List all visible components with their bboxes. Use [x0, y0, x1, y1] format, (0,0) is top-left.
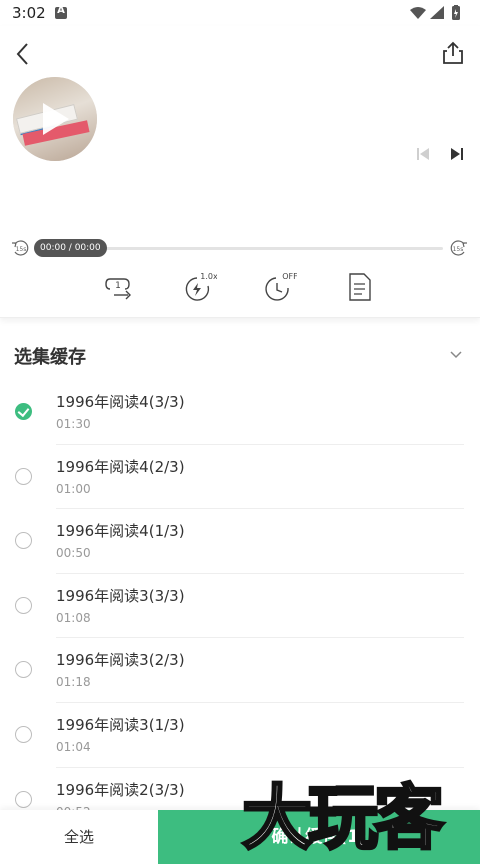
skip-back-15-icon[interactable]: 15s: [11, 238, 31, 258]
progress-row: 15s 00:00 / 00:00 15s: [0, 234, 480, 260]
status-time: 3:02: [12, 4, 46, 22]
episode-title: 1996年阅读4(1/3): [56, 522, 185, 541]
share-icon[interactable]: [440, 40, 466, 66]
album-cover[interactable]: [13, 77, 97, 161]
list-item[interactable]: 1996年阅读3(1/3) 01:04: [0, 703, 480, 768]
select-all-button[interactable]: 全选: [0, 810, 158, 864]
episode-title: 1996年阅读3(1/3): [56, 715, 185, 734]
previous-track-icon[interactable]: [414, 145, 432, 163]
episode-title: 1996年阅读2(3/3): [56, 780, 185, 799]
episode-cache-header[interactable]: 选集缓存: [0, 330, 480, 378]
episode-duration: 00:50: [56, 546, 91, 561]
playback-controls: 1 1.0x OFF: [0, 270, 480, 304]
sleep-timer-icon[interactable]: OFF: [263, 270, 297, 304]
list-item[interactable]: 1996年阅读3(3/3) 01:08: [0, 574, 480, 639]
document-icon[interactable]: [343, 270, 377, 304]
episode-duration: 01:30: [56, 417, 91, 431]
progress-time[interactable]: 00:00 / 00:00: [34, 239, 107, 257]
episode-list: 1996年阅读4(3/3) 01:30 1996年阅读4(2/3) 01:00 1996…: [0, 380, 480, 833]
checked-radio[interactable]: [15, 403, 32, 420]
loop-icon[interactable]: 1: [102, 270, 136, 304]
bottom-bar: 全选 确认缓存(1): [0, 810, 480, 864]
status-icons: [410, 5, 460, 20]
episode-title: 1996年阅读4(3/3): [56, 393, 185, 411]
list-item[interactable]: 1996年阅读4(2/3) 01:00: [0, 445, 480, 510]
section-title: 选集缓存: [14, 347, 86, 368]
next-track-icon[interactable]: [448, 145, 466, 163]
radio-button[interactable]: [15, 532, 32, 550]
signal-icon: [430, 6, 444, 19]
radio-button[interactable]: [15, 725, 32, 743]
wifi-icon: [410, 7, 426, 19]
episode-duration: 01:04: [56, 739, 91, 754]
chevron-down-icon[interactable]: [449, 347, 463, 361]
episode-duration: 01:18: [56, 675, 91, 690]
radio-button[interactable]: [15, 661, 32, 679]
radio-button[interactable]: [15, 790, 32, 808]
svg-text:1.0x: 1.0x: [200, 272, 217, 281]
player-panel: 15s 00:00 / 00:00 15s 1 1.0x OFF: [0, 26, 480, 318]
confirm-cache-button[interactable]: 确认缓存(1): [158, 810, 480, 864]
back-arrow-icon[interactable]: [10, 40, 38, 68]
radio-button[interactable]: [15, 467, 32, 485]
episode-title: 1996年阅读3(3/3): [56, 586, 185, 605]
svg-text:1: 1: [115, 281, 121, 291]
play-icon[interactable]: [43, 103, 69, 135]
episode-title: 1996年阅读4(2/3): [56, 457, 185, 476]
svg-text:15s: 15s: [16, 246, 27, 253]
radio-button[interactable]: [15, 596, 32, 614]
episode-title: 1996年阅读3(2/3): [56, 651, 185, 670]
episode-duration: 01:08: [56, 610, 91, 625]
svg-text:OFF: OFF: [282, 272, 297, 281]
list-item[interactable]: 1996年阅读4(3/3) 01:30: [0, 380, 480, 445]
status-bar: 3:02 A: [0, 0, 480, 26]
notification-icon: A: [55, 5, 67, 19]
list-item[interactable]: 1996年阅读4(1/3) 00:50: [0, 509, 480, 574]
episode-duration: 01:00: [56, 481, 91, 496]
speed-icon[interactable]: 1.0x: [183, 270, 217, 304]
svg-text:15s: 15s: [453, 246, 464, 253]
skip-forward-15-icon[interactable]: 15s: [448, 238, 468, 258]
list-item[interactable]: 1996年阅读3(2/3) 01:18: [0, 638, 480, 703]
